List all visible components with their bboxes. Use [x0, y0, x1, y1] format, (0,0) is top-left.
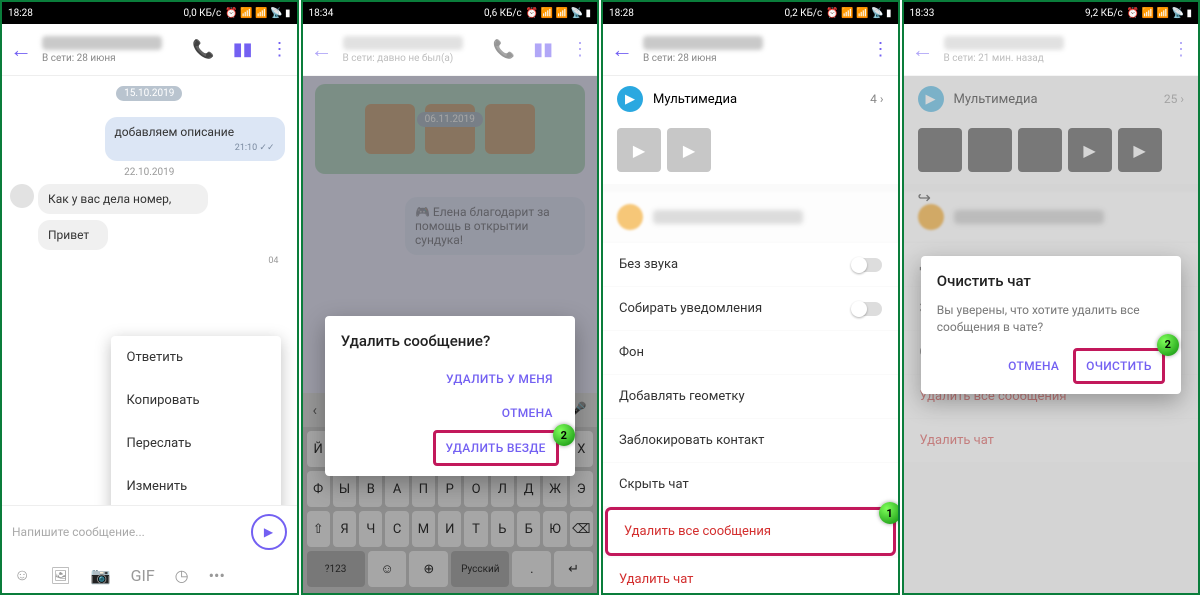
toggle[interactable]: [852, 258, 882, 272]
more-icon[interactable]: ⋮: [1172, 39, 1190, 60]
clear-button[interactable]: ОЧИСТИТЬ: [1073, 348, 1165, 384]
chat-info-list: ▶ Мультимедиа 25 › ↪ ▶▶ Очистить чат Вы …: [904, 76, 1199, 593]
annotation-badge: 2: [553, 424, 575, 446]
back-icon[interactable]: ←: [10, 37, 32, 63]
dialog-body: Вы уверены, что хотите удалить все сообщ…: [937, 302, 1165, 336]
dialog-title: Очистить чат: [937, 272, 1165, 290]
gallery-icon[interactable]: 🖼: [50, 566, 70, 585]
date-separator: 15.10.2019: [116, 86, 182, 101]
back-icon[interactable]: ←: [611, 37, 633, 63]
chat-header: ← В сети: 21 мин. назад ⋮: [904, 24, 1199, 76]
status-bar: 18:28 0,2 КБ/с⏰ 📶 📶 📡 ▮: [603, 2, 898, 24]
phone-2: 18:34 0,6 КБ/с⏰ 📶 📶 📡 ▮ ← В сети: давно …: [301, 0, 600, 595]
delete-for-me-button[interactable]: УДАЛИТЬ У МЕНЯ: [341, 362, 559, 396]
delete-dialog: Удалить сообщение? УДАЛИТЬ У МЕНЯ ОТМЕНА…: [325, 316, 575, 476]
gif-icon[interactable]: GIF: [131, 566, 155, 585]
message-out[interactable]: добавляем описание21:10 ✓✓: [105, 117, 285, 161]
menu-reply[interactable]: Ответить: [111, 336, 281, 379]
chat-header: ← В сети: давно не был(а) 📞▮▮⋮: [303, 24, 598, 76]
clear-chat-dialog: Очистить чат Вы уверены, что хотите удал…: [921, 256, 1181, 394]
call-icon[interactable]: 📞: [192, 39, 214, 60]
add-to-group-row[interactable]: [603, 192, 898, 242]
background-row[interactable]: Фон: [603, 331, 898, 374]
message-in[interactable]: Как у вас дела номер,: [38, 184, 208, 214]
video-icon[interactable]: ▮▮: [533, 39, 553, 60]
annotation-badge: 2: [1157, 334, 1179, 356]
menu-copy[interactable]: Копировать: [111, 379, 281, 422]
thumb[interactable]: ▶: [667, 128, 711, 172]
context-menu: Ответить Копировать Переслать Изменить П…: [111, 336, 281, 505]
media-thumbs: ▶ ▶: [603, 122, 898, 184]
message-in[interactable]: Привет: [38, 220, 108, 250]
block-row[interactable]: Заблокировать контакт: [603, 419, 898, 462]
clock: 18:28: [8, 8, 33, 19]
composer-icons: ☺ 🖼 📷 GIF ◷ •••: [2, 557, 297, 593]
more-icon[interactable]: •••: [209, 566, 225, 585]
phone-4: 18:33 9,2 КБ/с⏰ 📶 📶 📡 ▮ ← В сети: 21 мин…: [902, 0, 1200, 595]
status-bar: 18:28 0,0 КБ/с⏰ 📶 📶 📡 ▮: [2, 2, 297, 24]
chat-info-list: ▶ Мультимедиа 4 › ▶ ▶ Без звука Собирать…: [603, 76, 898, 593]
annotation-badge: 1: [879, 502, 898, 524]
chat-body: 06.11.2019 🎮 Елена благодарит за помощь …: [303, 76, 598, 593]
cancel-button[interactable]: ОТМЕНА: [998, 351, 1069, 381]
camera-icon[interactable]: 📷: [91, 566, 111, 585]
composer[interactable]: Напишите сообщение... ▶: [2, 505, 297, 557]
media-icon: ▶: [617, 86, 643, 112]
phone-1: 18:28 0,0 КБ/с⏰ 📶 📶 📡 ▮ ← В сети: 28 июн…: [0, 0, 299, 595]
more-icon[interactable]: ⋮: [872, 39, 890, 60]
thumb[interactable]: ▶: [617, 128, 661, 172]
timer-icon[interactable]: ◷: [175, 566, 189, 585]
back-icon[interactable]: ←: [912, 37, 934, 63]
cancel-button[interactable]: ОТМЕНА: [341, 396, 559, 430]
chat-header: ← В сети: 28 июня 📞 ▮▮ ⋮: [2, 24, 297, 76]
chat-body: 15.10.2019 добавляем описание21:10 ✓✓ 22…: [2, 76, 297, 505]
send-button[interactable]: ▶: [251, 514, 287, 550]
last-seen: В сети: 28 июня: [42, 53, 182, 64]
toggle[interactable]: [852, 302, 882, 316]
status-bar: 18:33 9,2 КБ/с⏰ 📶 📶 📡 ▮: [904, 2, 1199, 24]
more-icon[interactable]: ⋮: [571, 39, 589, 60]
mute-row[interactable]: Без звука: [603, 243, 898, 286]
avatar[interactable]: [10, 184, 34, 208]
call-icon[interactable]: 📞: [493, 39, 515, 60]
contact-name-area[interactable]: В сети: 28 июня: [42, 36, 182, 64]
composer-placeholder[interactable]: Напишите сообщение...: [12, 525, 241, 539]
status-bar: 18:34 0,6 КБ/с⏰ 📶 📶 📡 ▮: [303, 2, 598, 24]
smart-notif-row[interactable]: Собирать уведомления: [603, 287, 898, 330]
delete-everywhere-button[interactable]: УДАЛИТЬ ВЕЗДЕ: [433, 430, 559, 466]
menu-forward[interactable]: Переслать: [111, 422, 281, 465]
menu-edit[interactable]: Изменить: [111, 465, 281, 505]
back-icon[interactable]: ←: [311, 37, 333, 63]
delete-all-messages-row[interactable]: Удалить все сообщения 1: [605, 507, 896, 556]
geotag-row[interactable]: Добавлять геометку: [603, 375, 898, 418]
more-icon[interactable]: ⋮: [271, 39, 289, 60]
sticker-icon[interactable]: ☺: [14, 565, 30, 585]
chat-header: ← В сети: 28 июня ⋮: [603, 24, 898, 76]
multimedia-row[interactable]: ▶ Мультимедиа 4 ›: [603, 76, 898, 122]
phone-3: 18:28 0,2 КБ/с⏰ 📶 📶 📡 ▮ ← В сети: 28 июн…: [601, 0, 900, 595]
date-separator: 22.10.2019: [2, 167, 297, 178]
video-icon[interactable]: ▮▮: [233, 39, 253, 60]
hide-chat-row[interactable]: Скрыть чат: [603, 463, 898, 506]
delete-chat-row[interactable]: Удалить чат: [603, 558, 898, 593]
dialog-title: Удалить сообщение?: [341, 332, 559, 350]
